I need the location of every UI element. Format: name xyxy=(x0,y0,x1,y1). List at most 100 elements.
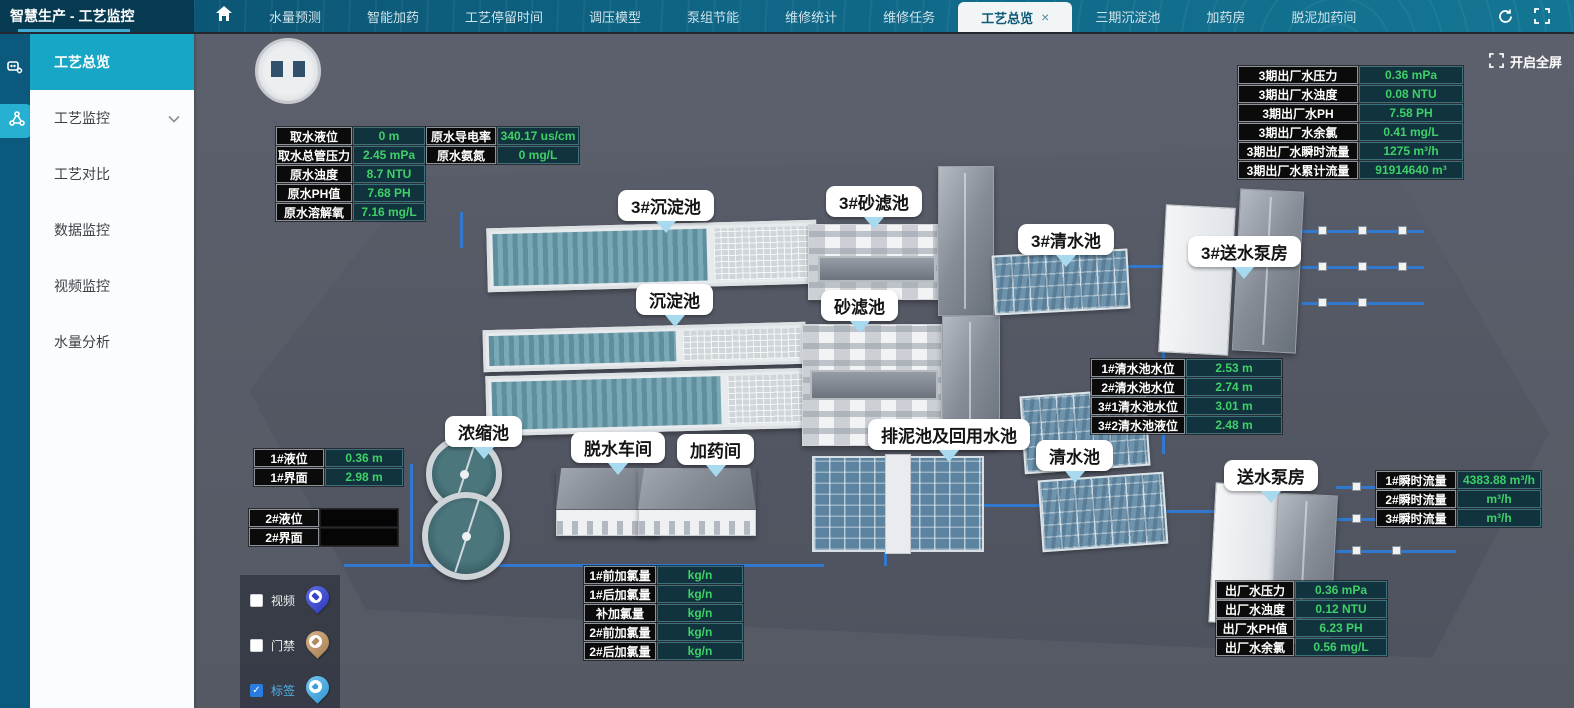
data-row: 3期出厂水PH7.58 PH xyxy=(1238,104,1463,122)
tab-7[interactable]: 维修任务 xyxy=(860,0,958,32)
data-row: 1#液位0.36 m xyxy=(254,449,403,467)
open-fullscreen-button[interactable]: 开启全屏 xyxy=(1489,52,1562,71)
data-value: 6.23 PH xyxy=(1295,619,1387,637)
data-row: 3期出厂水余氯0.41 mg/L xyxy=(1238,123,1463,141)
data-value: kg/n xyxy=(657,604,743,622)
tab-label: 三期沉淀池 xyxy=(1095,7,1160,26)
sidebar-item-1[interactable]: 工艺总览 xyxy=(30,34,194,90)
data-label: 1#后加氯量 xyxy=(584,585,656,603)
sidebar-item-2[interactable]: 工艺监控 xyxy=(30,90,194,146)
valve-cube xyxy=(1352,514,1361,523)
data-value: 0 mg/L xyxy=(497,146,579,164)
data-value: 7.16 mg/L xyxy=(353,203,425,221)
process-label-bubble[interactable]: 排泥池及回用水池 xyxy=(868,419,1030,450)
process-label-bubble[interactable]: 3#沉淀池 xyxy=(618,190,714,221)
sidebar-item-5[interactable]: 视频监控 xyxy=(30,258,194,314)
data-label: 3期出厂水瞬时流量 xyxy=(1238,142,1358,160)
process-label-bubble[interactable]: 3#清水池 xyxy=(1018,224,1114,255)
data-label: 取水总管压力 xyxy=(276,146,352,164)
dosing-room-building xyxy=(638,468,756,536)
data-label: 原水导电率 xyxy=(426,127,496,145)
process-label-bubble[interactable]: 砂滤池 xyxy=(821,290,898,321)
tab-2[interactable]: 智能加药 xyxy=(344,0,442,32)
process-network-rail-button[interactable] xyxy=(0,104,34,138)
tab-11[interactable]: 脱泥加药间 xyxy=(1268,0,1379,32)
data-value: 0.56 mg/L xyxy=(1295,638,1387,656)
home-button[interactable] xyxy=(194,0,246,32)
sidebar-item-3[interactable]: 工艺对比 xyxy=(30,146,194,202)
data-row: 1#瞬时流量4383.88 m³/h xyxy=(1376,471,1541,489)
data-row: 原水导电率340.17 us/cm xyxy=(426,127,579,145)
tab-8[interactable]: 工艺总览× xyxy=(958,2,1072,32)
tab-5[interactable]: 泵组节能 xyxy=(664,0,762,32)
data-label: 1#瞬时流量 xyxy=(1376,471,1456,489)
sedimentation-tank-1 xyxy=(483,322,807,372)
layer-label: 视频 xyxy=(271,592,296,609)
sidebar-item-4[interactable]: 数据监控 xyxy=(30,202,194,258)
tab-label: 加药房 xyxy=(1206,7,1245,26)
layer-row: ✓ 标签 xyxy=(250,675,330,705)
pipe-left-drop xyxy=(410,464,413,564)
data-label: 原水浊度 xyxy=(276,165,352,183)
sand-filter-roof xyxy=(810,370,938,400)
sedimentation-tank-3 xyxy=(486,220,818,293)
data-value: 0.36 m xyxy=(325,449,403,467)
layer-label: 标签 xyxy=(271,682,296,699)
sidebar-item-6[interactable]: 水量分析 xyxy=(30,314,194,370)
tab-10[interactable]: 加药房 xyxy=(1183,0,1268,32)
chevron-down-icon xyxy=(168,110,180,126)
fullscreen-icon[interactable] xyxy=(1534,8,1550,24)
data-label: 3期出厂水累计流量 xyxy=(1238,161,1358,179)
data-value: 2.45 mPa xyxy=(353,146,425,164)
intake-data-panel: 取水液位0 m取水总管压力2.45 mPa原水浊度8.7 NTU原水PH值7.6… xyxy=(275,126,426,222)
data-row: 原水氨氮0 mg/L xyxy=(426,146,579,164)
data-row: 3#2清水池液位2.48 m xyxy=(1091,416,1282,434)
tab-3[interactable]: 工艺停留时间 xyxy=(442,0,566,32)
thickener2-data-panel: 2#液位2#界面 xyxy=(248,508,399,547)
process-label-bubble[interactable]: 3#送水泵房 xyxy=(1188,236,1301,267)
tab-label: 调压模型 xyxy=(589,7,641,26)
layer-checkbox[interactable] xyxy=(250,594,263,607)
data-value: 0.36 mPa xyxy=(1295,581,1387,599)
process-label-bubble[interactable]: 浓缩池 xyxy=(445,416,522,447)
valve-cube xyxy=(1352,482,1361,491)
valve-cube xyxy=(1398,262,1407,271)
tab-9[interactable]: 三期沉淀池 xyxy=(1072,0,1183,32)
data-row: 原水浊度8.7 NTU xyxy=(276,165,425,183)
data-value: 0.12 NTU xyxy=(1295,600,1387,618)
process-label-bubble[interactable]: 清水池 xyxy=(1036,440,1113,471)
app-title: 智慧生产 - 工艺监控 xyxy=(10,6,134,26)
intake-pipe xyxy=(460,212,463,248)
valve-cube xyxy=(1358,298,1367,307)
sidebar-item-label: 工艺对比 xyxy=(54,164,110,184)
process-label-bubble[interactable]: 送水泵房 xyxy=(1224,460,1318,491)
layer-checkbox[interactable]: ✓ xyxy=(250,684,263,697)
process-label-bubble[interactable]: 加药间 xyxy=(677,434,754,465)
process-label-bubble[interactable]: 沉淀池 xyxy=(636,284,713,315)
valve-cube xyxy=(1318,226,1327,235)
nav-tabs: 水量预测智能加药工艺停留时间 调压模型 泵组节能 维修统计维修任务工艺总览× 三期沉淀池… xyxy=(246,0,1473,32)
tab-label: 泵组节能 xyxy=(687,7,739,26)
tab-close-icon[interactable]: × xyxy=(1041,9,1049,25)
process-label-bubble[interactable]: 脱水车间 xyxy=(571,432,665,463)
data-label: 取水液位 xyxy=(276,127,352,145)
data-row: 出厂水PH值6.23 PH xyxy=(1216,619,1387,637)
tab-1[interactable]: 水量预测 xyxy=(246,0,344,32)
production-monitor-rail-button[interactable] xyxy=(0,52,30,86)
pump-house-3-hall xyxy=(1158,204,1236,355)
data-label: 1#界面 xyxy=(254,468,324,486)
data-label: 2#液位 xyxy=(249,509,319,527)
data-value: 4383.88 m³/h xyxy=(1457,471,1541,489)
pipe-sludge-to-clearpool xyxy=(984,504,1042,507)
layer-checkbox[interactable] xyxy=(250,639,263,652)
tab-label: 脱泥加药间 xyxy=(1291,7,1356,26)
process-label-bubble[interactable]: 3#砂滤池 xyxy=(826,186,922,217)
data-label: 3期出厂水PH xyxy=(1238,104,1358,122)
data-value: 0.36 mPa xyxy=(1359,66,1463,84)
valve-cube xyxy=(1318,298,1327,307)
tab-4[interactable]: 调压模型 xyxy=(566,0,664,32)
door-pin-icon xyxy=(304,630,330,660)
data-label: 3#1清水池水位 xyxy=(1091,397,1185,415)
refresh-icon[interactable] xyxy=(1497,8,1514,25)
tab-6[interactable]: 维修统计 xyxy=(762,0,860,32)
